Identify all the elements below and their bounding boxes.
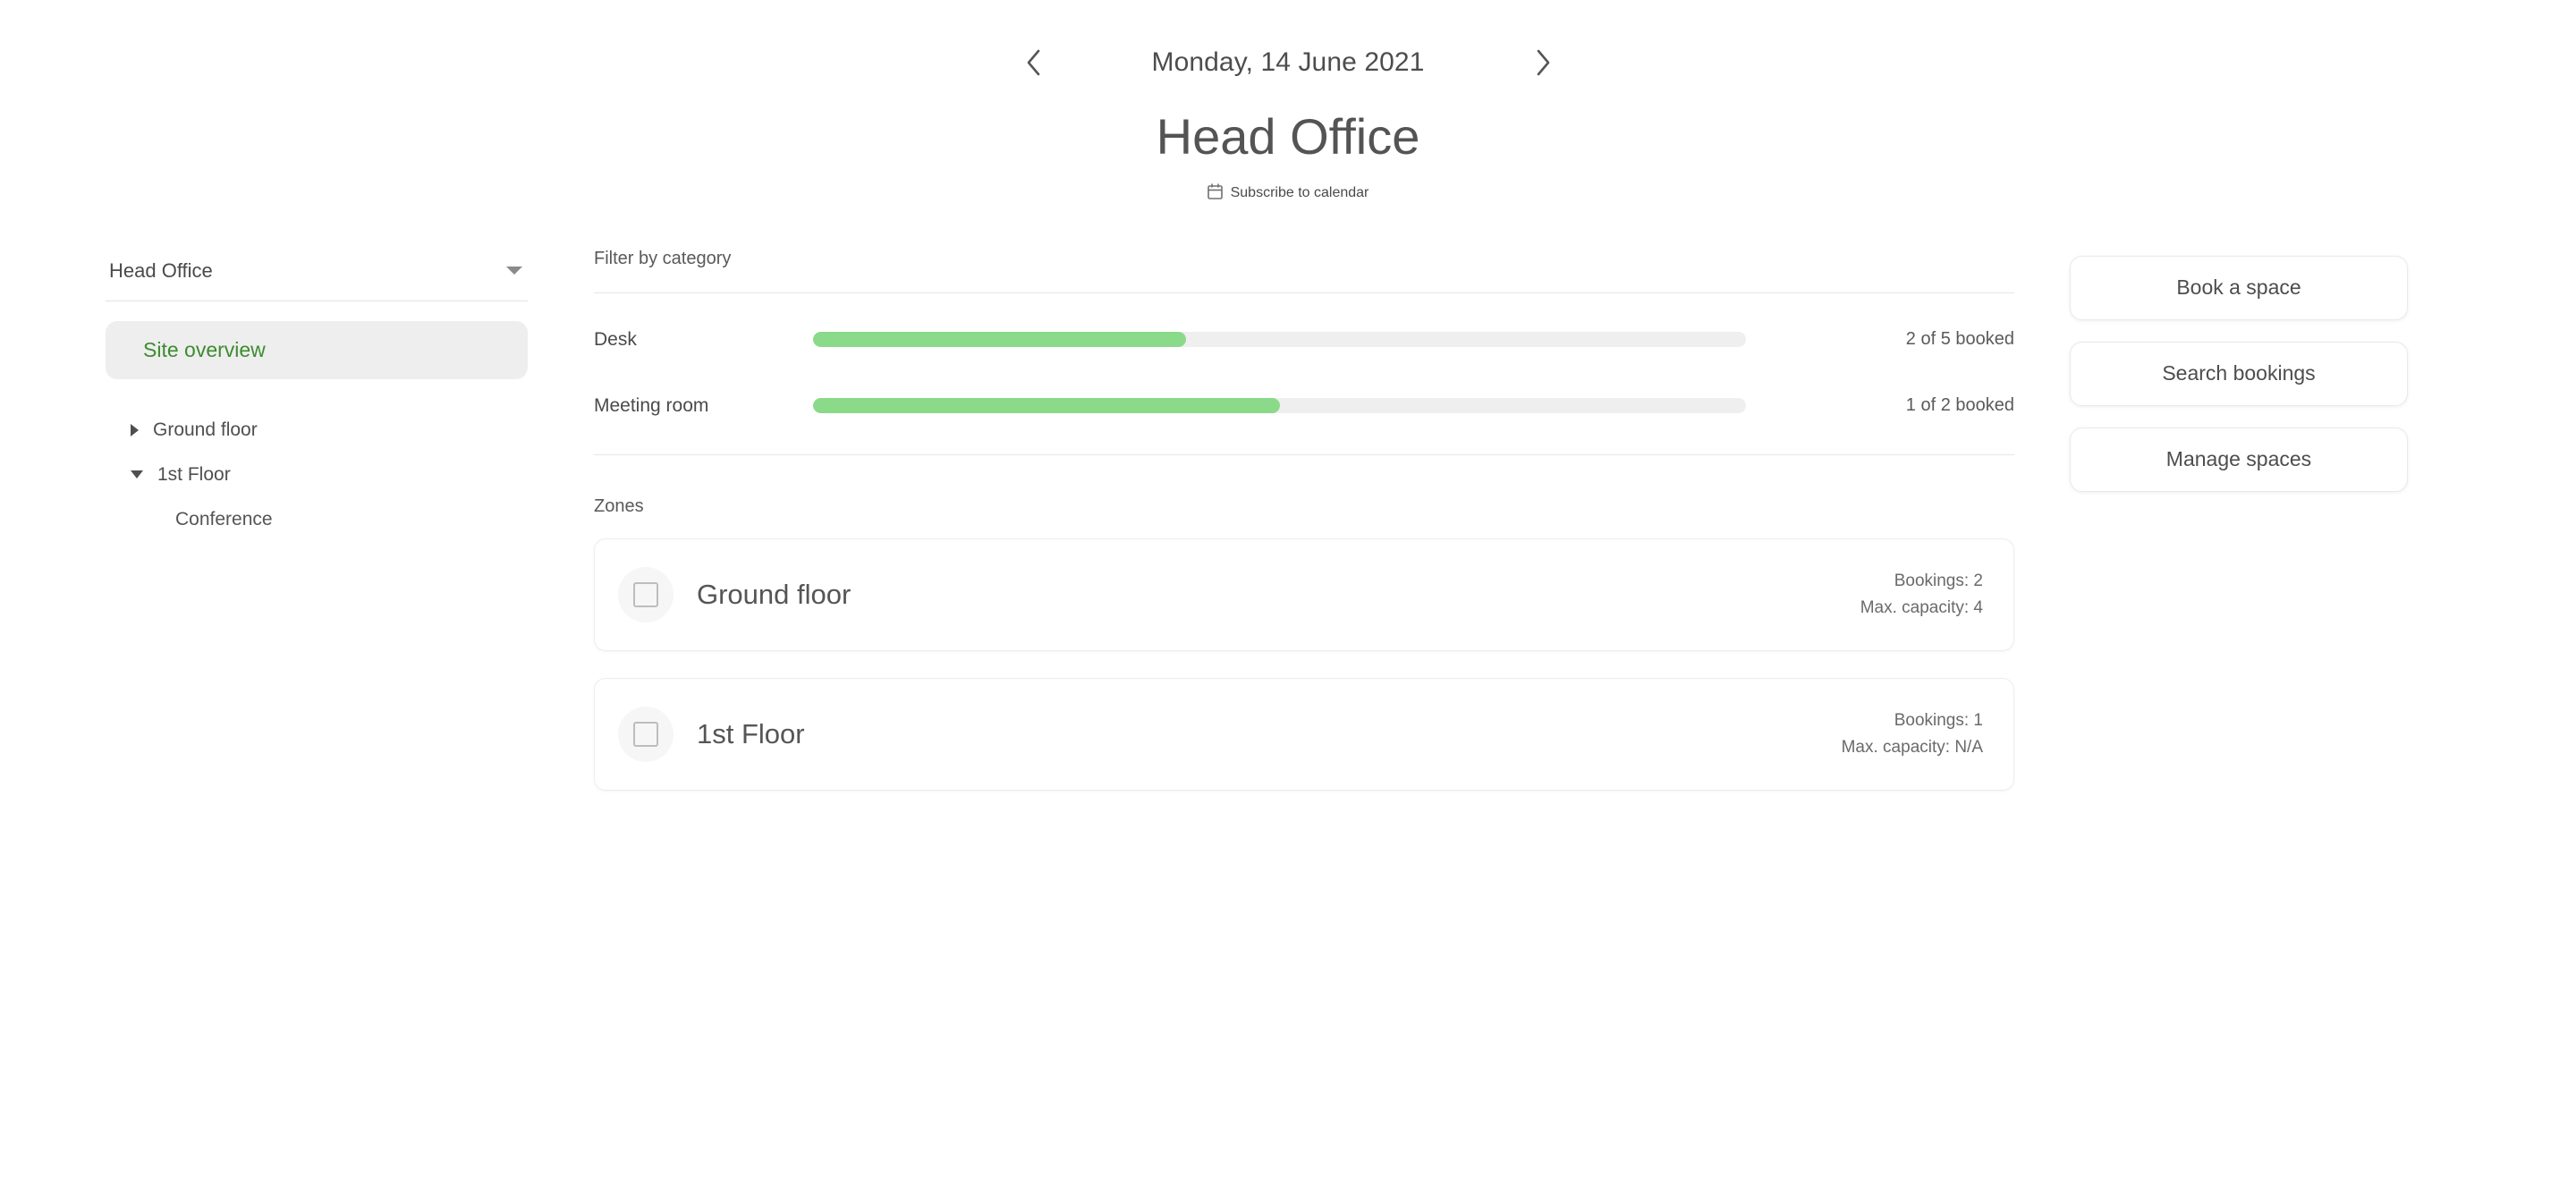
chevron-left-icon: [1023, 47, 1043, 78]
zone-meta: Bookings: 2 Max. capacity: 4: [1860, 568, 1983, 621]
subscribe-to-calendar-link[interactable]: Subscribe to calendar: [0, 182, 2576, 204]
sidebar-item-1st-floor[interactable]: 1st Floor: [106, 453, 544, 497]
category-count-label: 2 of 5 booked: [1905, 329, 2014, 350]
page-content: Head Office Site overview Ground floor 1…: [0, 249, 2576, 791]
sidebar-item-label: Site overview: [143, 337, 266, 361]
sidebar-item-ground-floor[interactable]: Ground floor: [106, 408, 544, 453]
chevron-down-icon: [506, 267, 522, 275]
next-day-button[interactable]: [1523, 43, 1563, 82]
zone-card-1st-floor[interactable]: 1st Floor Bookings: 1 Max. capacity: N/A: [594, 677, 2014, 791]
category-progress-bar: [813, 332, 1746, 348]
sidebar-item-label: Conference: [175, 508, 273, 529]
zone-card-ground-floor[interactable]: Ground floor Bookings: 2 Max. capacity: …: [594, 538, 2014, 651]
triangle-down-icon[interactable]: [131, 470, 143, 479]
current-date-label: Monday, 14 June 2021: [1151, 47, 1425, 77]
sidebar-item-site-overview[interactable]: Site overview: [106, 320, 528, 379]
category-progress-fill: [813, 332, 1187, 348]
category-name: Meeting room: [594, 394, 709, 416]
action-panel: Book a space Search bookings Manage spac…: [2014, 249, 2408, 492]
subscribe-label: Subscribe to calendar: [1230, 185, 1369, 201]
date-navigator: Monday, 14 June 2021: [0, 43, 2576, 82]
previous-day-button[interactable]: [1013, 43, 1053, 82]
site-selector-label: Head Office: [109, 258, 213, 282]
category-name: Desk: [594, 328, 637, 350]
category-row-desk[interactable]: Desk 2 of 5 booked: [594, 318, 2014, 361]
page-title: Head Office: [1156, 108, 1420, 165]
manage-spaces-button[interactable]: Manage spaces: [2070, 427, 2408, 492]
book-a-space-button[interactable]: Book a space: [2070, 255, 2408, 320]
sidebar-floor-tree: Ground floor 1st Floor Conference: [106, 408, 544, 542]
zone-meta: Bookings: 1 Max. capacity: N/A: [1842, 707, 1983, 760]
category-progress-fill: [813, 398, 1280, 414]
sidebar-item-conference[interactable]: Conference: [106, 497, 544, 542]
category-filter-list: Desk 2 of 5 booked Meeting room 1 of 2 b…: [594, 293, 2014, 454]
chevron-right-icon: [1533, 47, 1553, 78]
zone-name: 1st Floor: [697, 717, 805, 749]
category-count-label: 1 of 2 booked: [1905, 395, 2014, 416]
sidebar-item-label: Ground floor: [153, 419, 258, 440]
sidebar: Head Office Site overview Ground floor 1…: [106, 249, 544, 542]
divider-bottom: [594, 453, 2014, 455]
search-bookings-button[interactable]: Search bookings: [2070, 341, 2408, 406]
sidebar-item-label: 1st Floor: [157, 463, 231, 485]
zone-capacity-label: Max. capacity: 4: [1860, 597, 1983, 617]
filter-by-category-label: Filter by category: [594, 248, 732, 268]
category-row-meeting-room[interactable]: Meeting room 1 of 2 booked: [594, 385, 2014, 428]
category-progress-bar: [813, 398, 1746, 414]
triangle-right-icon[interactable]: [131, 423, 139, 436]
zones-label: Zones: [594, 495, 644, 516]
zone-bookings-label: Bookings: 2: [1894, 572, 1983, 591]
zone-capacity-label: Max. capacity: N/A: [1841, 737, 1983, 757]
calendar-icon: [1207, 182, 1223, 204]
zone-name: Ground floor: [697, 578, 852, 610]
zone-square-icon: [618, 706, 674, 762]
main-panel: Filter by category Desk 2 of 5 booked Me…: [544, 249, 2014, 791]
page-header: Monday, 14 June 2021 Head Office Subscri…: [0, 0, 2576, 204]
zone-square-icon: [618, 566, 674, 622]
site-selector[interactable]: Head Office: [106, 259, 528, 301]
zone-bookings-label: Bookings: 1: [1894, 711, 1983, 731]
